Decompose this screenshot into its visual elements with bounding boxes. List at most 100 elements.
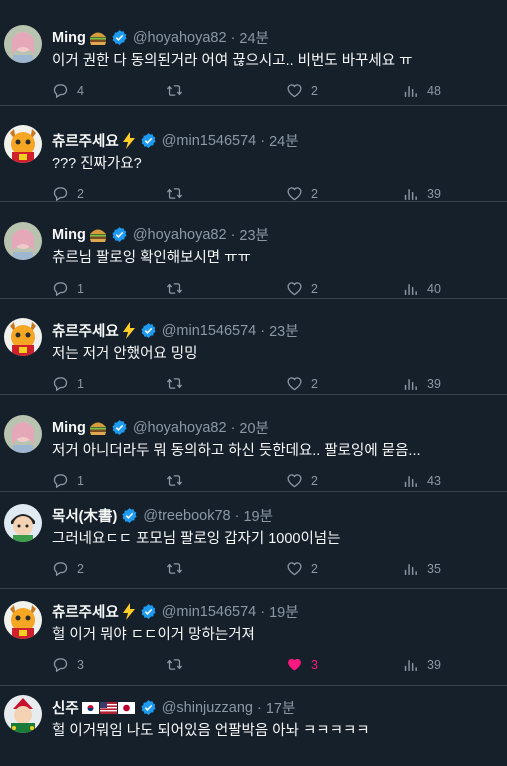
views-button[interactable]: 35 [402,560,441,577]
reply-count: 1 [77,281,84,296]
user-handle[interactable]: @hoyahoya82 [133,420,227,436]
views-button[interactable]: 40 [402,280,441,297]
tweet-text: 저거 아니더라두 뭐 동의하고 하신 듯한데요.. 팔로잉에 묻음... [52,443,421,459]
display-name[interactable]: 츄르주세요 [52,320,119,341]
display-name[interactable]: 신주 [52,697,79,718]
user-handle[interactable]: @hoyahoya82 [133,227,227,243]
action-bar: 1 2 39 [52,375,452,395]
reply-thread: Ming @hoyahoya82 · 24분 이거 권한 다 동의된거라 어여 … [0,0,507,766]
avatar[interactable] [4,415,42,453]
avatar[interactable] [4,504,42,542]
display-name[interactable]: Ming [52,420,86,436]
tweet[interactable]: Ming @hoyahoya82 · 24분 이거 권한 다 동의된거라 어여 … [0,0,507,106]
tweet-header: 츄르주세요 @min1546574 · 24분 [52,130,299,151]
tweet[interactable]: 츄르주세요 @min1546574 · 23분 저는 저거 안했어요 밍밍 1 [0,299,507,395]
display-name[interactable]: 목서(木書) [52,505,117,526]
user-handle[interactable]: @min1546574 [162,604,257,620]
reply-icon [53,377,68,392]
avatar[interactable] [4,25,42,63]
tweet-header: 목서(木書) @treebook78 · 19분 [52,505,273,526]
display-name[interactable]: Ming [52,227,86,243]
views-button[interactable]: 48 [402,82,441,99]
reply-button[interactable]: 1 [52,472,84,489]
timestamp[interactable]: 23분 [239,224,268,245]
retweet-button[interactable] [166,656,191,673]
avatar[interactable] [4,695,42,733]
lightning-icon [122,132,136,149]
tweet-header: Ming @hoyahoya82 · 23분 [52,224,269,245]
reply-button[interactable]: 2 [52,185,84,202]
reply-button[interactable]: 2 [52,560,84,577]
analytics-bar-icon [404,189,417,200]
user-handle[interactable]: @treebook78 [143,508,230,524]
retweet-button[interactable] [166,560,191,577]
retweet-icon [166,475,183,486]
display-name[interactable]: Ming [52,30,86,46]
like-button[interactable]: 2 [286,280,318,297]
like-button[interactable]: 2 [286,82,318,99]
like-count: 2 [311,473,318,488]
timestamp[interactable]: 20분 [239,417,268,438]
verified-badge-icon [140,699,157,716]
burger-icon [89,227,107,243]
avatar[interactable] [4,125,42,163]
retweet-button[interactable] [166,185,191,202]
retweet-button[interactable] [166,280,191,297]
tweet[interactable]: Ming @hoyahoya82 · 23분 츄르님 팔로잉 확인해보시면 ㅠㅠ… [0,202,507,299]
timestamp[interactable]: 19분 [243,505,272,526]
tweet[interactable]: 츄르주세요 @min1546574 · 19분 헐 이거 뭐야 ㄷㄷ이거 망하는… [0,589,507,686]
like-count: 2 [311,281,318,296]
views-button[interactable]: 39 [402,185,441,202]
tweet[interactable]: 신주 @shinjuzzang · 17분 헐 이거뭐임 나도 되어있음 언팔박… [0,686,507,766]
user-handle[interactable]: @shinjuzzang [162,700,253,716]
tweet-header: Ming @hoyahoya82 · 20분 [52,417,269,438]
tweet[interactable]: 목서(木書) @treebook78 · 19분 그러네요ㄷㄷ 포모님 팔로잉 … [0,492,507,589]
timestamp[interactable]: 24분 [239,27,268,48]
avatar[interactable] [4,601,42,639]
tweet-header: 신주 @shinjuzzang · 17분 [52,697,295,718]
retweet-button[interactable] [166,375,191,392]
timestamp[interactable]: 23분 [269,320,298,341]
tweet-text: ??? 진짜가요? [52,156,142,172]
reply-button[interactable]: 3 [52,656,84,673]
reply-button[interactable]: 1 [52,375,84,392]
like-button[interactable]: 2 [286,185,318,202]
like-button[interactable]: 3 [286,656,318,673]
action-bar: 3 3 39 [52,656,452,676]
retweet-button[interactable] [166,472,191,489]
like-button[interactable]: 2 [286,560,318,577]
reply-icon [53,282,68,297]
user-handle[interactable]: @hoyahoya82 [133,30,227,46]
views-button[interactable]: 39 [402,375,441,392]
tweet[interactable]: Ming @hoyahoya82 · 20분 저거 아니더라두 뭐 동의하고 하… [0,395,507,492]
user-handle[interactable]: @min1546574 [162,133,257,149]
display-name[interactable]: 츄르주세요 [52,601,119,622]
views-button[interactable]: 39 [402,656,441,673]
heart-icon [287,562,302,576]
user-handle[interactable]: @min1546574 [162,323,257,339]
verified-badge-icon [111,226,128,243]
view-count: 35 [427,561,441,576]
views-button[interactable]: 43 [402,472,441,489]
reply-button[interactable]: 4 [52,82,84,99]
timestamp[interactable]: 24분 [269,130,298,151]
like-count: 2 [311,83,318,98]
tweet[interactable]: 츄르주세요 @min1546574 · 24분 ??? 진짜가요? 2 2 39 [0,106,507,202]
verified-badge-icon [140,603,157,620]
retweet-icon [166,283,183,294]
timestamp[interactable]: 19분 [269,601,298,622]
avatar[interactable] [4,318,42,356]
reply-count: 2 [77,561,84,576]
verified-badge-icon [121,507,138,524]
timestamp[interactable]: 17분 [266,697,295,718]
retweet-button[interactable] [166,82,191,99]
tweet-header: 츄르주세요 @min1546574 · 23분 [52,320,299,341]
display-name[interactable]: 츄르주세요 [52,130,119,151]
view-count: 40 [427,281,441,296]
like-button[interactable]: 2 [286,375,318,392]
action-bar: 4 2 48 [52,82,452,102]
avatar[interactable] [4,222,42,260]
view-count: 48 [427,83,441,98]
reply-button[interactable]: 1 [52,280,84,297]
like-button[interactable]: 2 [286,472,318,489]
